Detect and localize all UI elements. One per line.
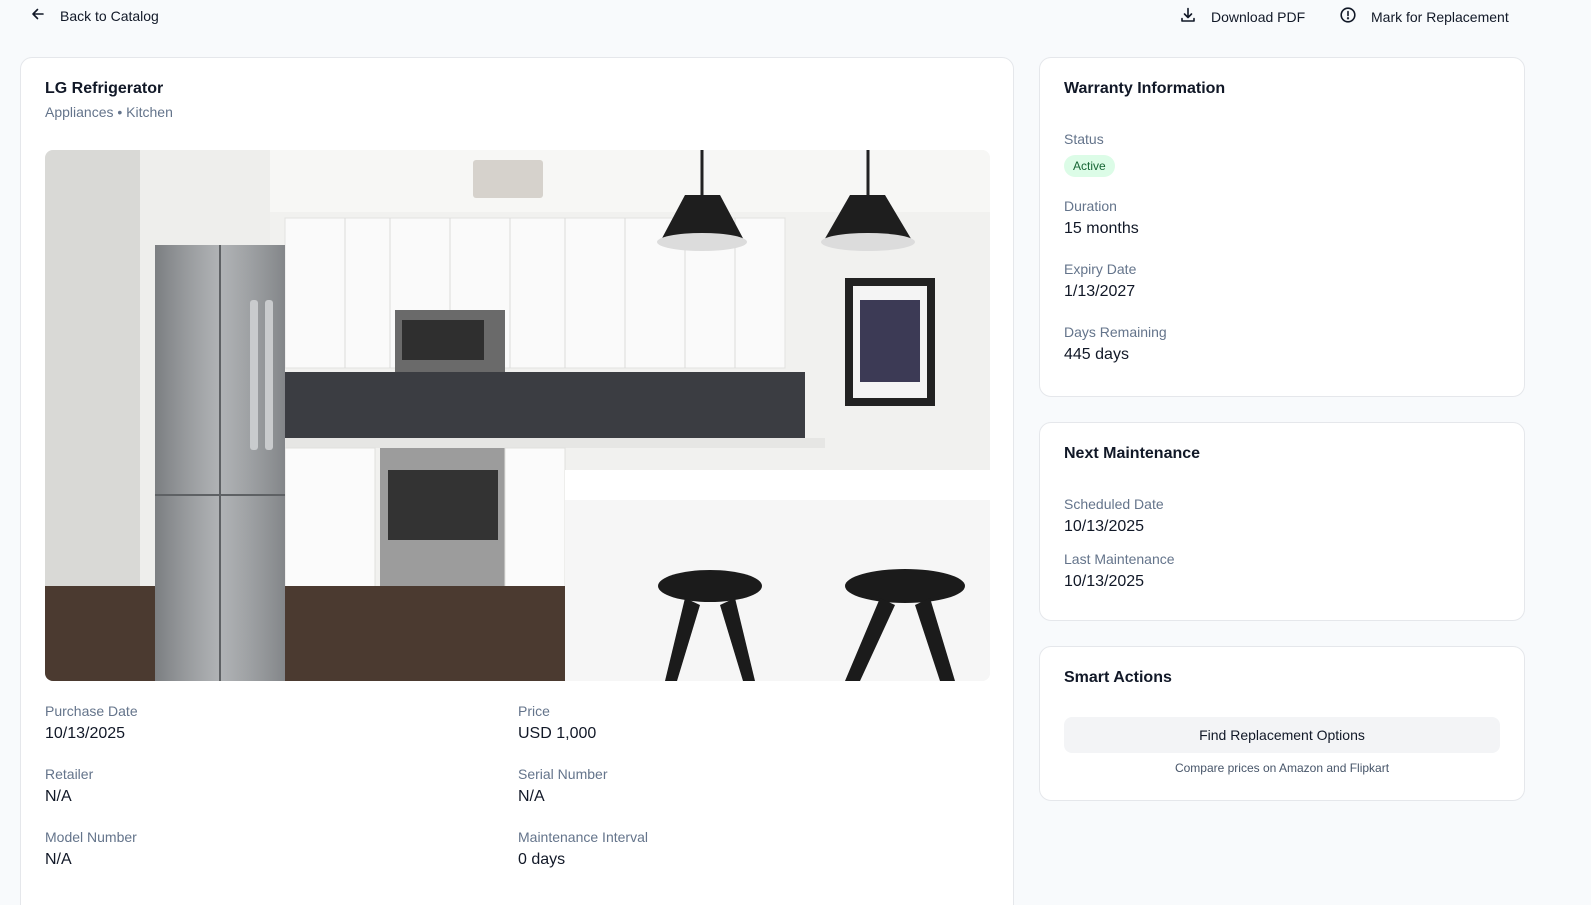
warranty-remaining-field: Days Remaining 445 days bbox=[1064, 324, 1167, 364]
field-label: Status bbox=[1064, 131, 1104, 147]
download-pdf-button[interactable]: Download PDF bbox=[1179, 6, 1305, 27]
field-value: N/A bbox=[45, 788, 72, 805]
field-value: 10/13/2025 bbox=[45, 725, 126, 742]
serial-number-field: Serial Number N/A bbox=[518, 766, 607, 806]
item-details-card: LG Refrigerator Appliances • Kitchen Pur… bbox=[20, 57, 1014, 905]
alert-circle-icon bbox=[1339, 6, 1357, 27]
field-label: Price bbox=[518, 703, 550, 719]
price-field: Price USD 1,000 bbox=[518, 703, 596, 743]
field-value: N/A bbox=[518, 788, 545, 805]
field-value: 0 days bbox=[518, 851, 566, 868]
item-title: LG Refrigerator bbox=[45, 80, 164, 97]
smart-actions-card: Smart Actions Find Replacement Options C… bbox=[1039, 646, 1525, 801]
field-value: 445 days bbox=[1064, 346, 1129, 363]
arrow-left-icon bbox=[30, 6, 46, 25]
field-label: Model Number bbox=[45, 829, 137, 845]
warranty-title: Warranty Information bbox=[1064, 80, 1226, 97]
download-pdf-label: Download PDF bbox=[1211, 8, 1306, 25]
next-maintenance-card: Next Maintenance Scheduled Date 10/13/20… bbox=[1039, 422, 1525, 621]
mark-for-replacement-button[interactable]: Mark for Replacement bbox=[1339, 6, 1509, 27]
smart-actions-title: Smart Actions bbox=[1064, 669, 1172, 686]
field-label: Expiry Date bbox=[1064, 261, 1137, 277]
model-number-field: Model Number N/A bbox=[45, 829, 137, 869]
field-value: 15 months bbox=[1064, 220, 1139, 237]
warranty-duration-field: Duration 15 months bbox=[1064, 198, 1139, 238]
warranty-status-field: Status Active bbox=[1064, 131, 1115, 177]
field-label: Purchase Date bbox=[45, 703, 138, 719]
field-value: 10/13/2025 bbox=[1064, 518, 1145, 535]
mark-for-replacement-label: Mark for Replacement bbox=[1371, 8, 1509, 25]
purchase-date-field: Purchase Date 10/13/2025 bbox=[45, 703, 138, 743]
warranty-card: Warranty Information Status Active Durat… bbox=[1039, 57, 1525, 397]
find-replacement-options-button[interactable]: Find Replacement Options bbox=[1064, 717, 1500, 753]
field-value: 1/13/2027 bbox=[1064, 283, 1136, 300]
status-badge: Active bbox=[1064, 155, 1115, 177]
field-label: Duration bbox=[1064, 198, 1117, 214]
download-icon bbox=[1179, 6, 1197, 27]
top-bar: Back to Catalog Download PDF Mark for Re… bbox=[0, 0, 1591, 32]
field-label: Days Remaining bbox=[1064, 324, 1167, 340]
compare-prices-note: Compare prices on Amazon and Flipkart bbox=[1174, 761, 1390, 775]
retailer-field: Retailer N/A bbox=[45, 766, 93, 806]
last-maintenance-field: Last Maintenance 10/13/2025 bbox=[1064, 551, 1175, 591]
scheduled-date-field: Scheduled Date 10/13/2025 bbox=[1064, 496, 1164, 536]
field-value: N/A bbox=[45, 851, 72, 868]
warranty-expiry-field: Expiry Date 1/13/2027 bbox=[1064, 261, 1136, 301]
field-label: Last Maintenance bbox=[1064, 551, 1175, 567]
field-label: Retailer bbox=[45, 766, 94, 782]
back-to-catalog-link[interactable]: Back to Catalog bbox=[30, 6, 159, 25]
item-photo bbox=[45, 150, 990, 681]
item-category: Appliances • Kitchen bbox=[45, 104, 173, 120]
field-value: USD 1,000 bbox=[518, 725, 597, 742]
maintenance-interval-field: Maintenance Interval 0 days bbox=[518, 829, 648, 869]
field-label: Scheduled Date bbox=[1064, 496, 1164, 512]
back-link-label: Back to Catalog bbox=[60, 7, 159, 24]
field-value: 10/13/2025 bbox=[1064, 573, 1145, 590]
maintenance-title: Next Maintenance bbox=[1064, 445, 1201, 462]
field-label: Maintenance Interval bbox=[518, 829, 648, 845]
field-label: Serial Number bbox=[518, 766, 608, 782]
